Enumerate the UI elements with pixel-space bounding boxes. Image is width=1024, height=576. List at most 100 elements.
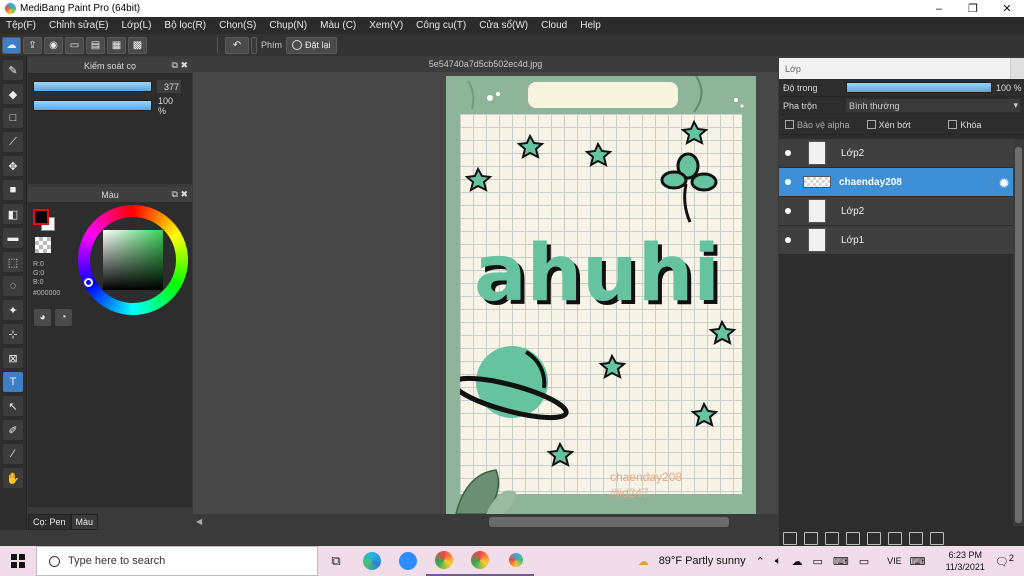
transparent-color-swatch[interactable]: [35, 237, 51, 253]
visibility-icon[interactable]: [785, 150, 791, 156]
monitor-icon[interactable]: ▭: [859, 555, 869, 568]
panels-icon[interactable]: ▦: [107, 36, 126, 54]
close-button[interactable]: ✕: [990, 0, 1024, 17]
menu-tools[interactable]: Công cụ(T): [416, 20, 466, 31]
select-eraser-icon[interactable]: ⊠: [3, 348, 23, 368]
taskbar-search[interactable]: Type here to search: [36, 546, 318, 576]
menu-cloud[interactable]: Cloud: [541, 20, 567, 31]
share-icon[interactable]: ⇪: [23, 36, 42, 54]
operation-tool-icon[interactable]: ↖: [3, 396, 23, 416]
brush-opacity-slider[interactable]: [33, 100, 152, 111]
task-view-icon[interactable]: ⧉: [318, 546, 354, 576]
tab-brush[interactable]: Cọ: Pen: [28, 514, 71, 530]
eyedropper-icon[interactable]: ⁄: [3, 444, 23, 464]
panel-controls[interactable]: ⧉ ✖: [172, 189, 188, 200]
dot-tool-icon[interactable]: □: [3, 108, 23, 128]
menu-layer[interactable]: Lớp(L): [122, 20, 152, 31]
layer-item[interactable]: Lớp2: [779, 197, 1013, 226]
scroll-left-icon[interactable]: ◀: [196, 517, 202, 526]
merge-layer-icon[interactable]: [888, 532, 902, 545]
message-icon[interactable]: ▭: [65, 36, 84, 54]
visibility-icon[interactable]: [785, 208, 791, 214]
layer-item[interactable]: Lớp2: [779, 139, 1013, 168]
medibang-taskbar-icon[interactable]: [498, 546, 534, 576]
add-layer-menu-icon[interactable]: [846, 532, 860, 545]
notification-icon[interactable]: 🗨︎2: [995, 553, 1014, 569]
cloud-icon[interactable]: ☁: [791, 555, 802, 568]
layers-header-scroll[interactable]: [1010, 58, 1024, 79]
volume-icon[interactable]: 🔈︎: [775, 555, 782, 568]
new-layer-icon[interactable]: [783, 532, 797, 545]
menu-filter[interactable]: Bộ lọc(R): [164, 20, 206, 31]
brush-tool-icon[interactable]: ✎: [3, 60, 23, 80]
color-settings-icon[interactable]: ◔: [55, 309, 72, 326]
fill-tool-icon[interactable]: ◧: [3, 204, 23, 224]
color-wheel[interactable]: [78, 205, 188, 315]
select-pen-icon[interactable]: ⊹: [3, 324, 23, 344]
menu-select[interactable]: Chọn(S): [219, 20, 256, 31]
magic-wand-icon[interactable]: ✦: [3, 300, 23, 320]
gradient-tool-icon[interactable]: ▬: [3, 228, 23, 248]
document-tab[interactable]: 5e54740a7d5cb502ec4d.jpg: [193, 56, 778, 72]
new-halftone-layer-icon[interactable]: [825, 532, 839, 545]
select-tool-icon[interactable]: ⬚: [3, 252, 23, 272]
saturation-value-square[interactable]: [103, 230, 163, 290]
visibility-icon[interactable]: [785, 237, 791, 243]
menu-edit[interactable]: Chỉnh sửa(E): [49, 20, 109, 31]
brush-size-value[interactable]: 377: [157, 80, 181, 93]
menu-window[interactable]: Cửa sổ(W): [479, 20, 528, 31]
divide-tool-icon[interactable]: ✐: [3, 420, 23, 440]
comment-icon[interactable]: ◉: [44, 36, 63, 54]
duplicate-layer-icon[interactable]: [804, 532, 818, 545]
shape-tool-icon[interactable]: ■: [3, 180, 23, 200]
tab-color[interactable]: Màu: [70, 514, 99, 530]
brush-size-slider[interactable]: [33, 81, 152, 92]
toolbar-handle[interactable]: [251, 36, 257, 54]
menu-file[interactable]: Tệp(F): [6, 20, 36, 31]
undo-icon[interactable]: ↶: [225, 36, 249, 54]
lock-checkbox[interactable]: Khóa: [948, 120, 1024, 130]
palette-icon[interactable]: ◕: [34, 309, 51, 326]
chevron-up-icon[interactable]: ⌃: [756, 555, 765, 568]
zoom-icon[interactable]: [390, 546, 426, 576]
hand-tool-icon[interactable]: ✋: [3, 468, 23, 488]
keyboard-icon[interactable]: ⌨: [833, 555, 849, 568]
weather-text[interactable]: 89°F Partly sunny: [659, 555, 746, 567]
cloud-icon[interactable]: ☁: [2, 36, 21, 54]
layer-opacity-slider[interactable]: [846, 82, 992, 93]
menu-color[interactable]: Màu (C): [320, 20, 356, 31]
minimize-button[interactable]: –: [922, 0, 956, 17]
horizontal-scrollbar[interactable]: ◀: [193, 514, 778, 530]
visibility-icon[interactable]: [785, 179, 791, 185]
layer-item[interactable]: Lớp1: [779, 226, 1013, 255]
chrome-icon-2[interactable]: [462, 546, 498, 576]
delete-layer-icon[interactable]: [930, 532, 944, 545]
canvas-area[interactable]: ahuhi ahuhi chaenday208 #lid247: [193, 72, 778, 514]
rasterize-icon[interactable]: [909, 532, 923, 545]
weather-icon[interactable]: ☁: [638, 555, 649, 568]
layers-scrollbar[interactable]: [1013, 139, 1024, 526]
artwork[interactable]: ahuhi ahuhi chaenday208 #lid247: [446, 76, 756, 514]
lasso-tool-icon[interactable]: ◌: [3, 276, 23, 296]
menu-view[interactable]: Xem(V): [369, 20, 403, 31]
grid-icon[interactable]: ▩: [128, 36, 147, 54]
blend-mode-select[interactable]: Bình thường ▾: [846, 99, 1020, 112]
ime-icon[interactable]: ⌨: [910, 555, 926, 568]
clock[interactable]: 6:23 PM 11/3/2021: [946, 549, 985, 573]
panel-controls[interactable]: ⧉ ✖: [172, 60, 188, 71]
layer-item-selected[interactable]: chaenday208 ✹: [779, 168, 1013, 197]
text-tool-icon[interactable]: T: [3, 372, 23, 392]
battery-icon[interactable]: ▭: [812, 555, 822, 568]
folder-icon[interactable]: [867, 532, 881, 545]
maximize-button[interactable]: ❐: [956, 0, 990, 17]
foreground-color-swatch[interactable]: [33, 209, 49, 225]
clipping-checkbox[interactable]: Xén bớt: [866, 120, 943, 130]
windows-start-icon[interactable]: [0, 546, 36, 576]
page-icon[interactable]: ▤: [86, 36, 105, 54]
menu-snap[interactable]: Chụp(N): [269, 20, 307, 31]
menu-help[interactable]: Help: [580, 20, 601, 31]
blur-tool-icon[interactable]: ⟋: [3, 132, 23, 152]
scrollbar-thumb[interactable]: [489, 517, 729, 527]
edge-icon[interactable]: [354, 546, 390, 576]
reset-button[interactable]: Đặt lại: [286, 36, 337, 54]
